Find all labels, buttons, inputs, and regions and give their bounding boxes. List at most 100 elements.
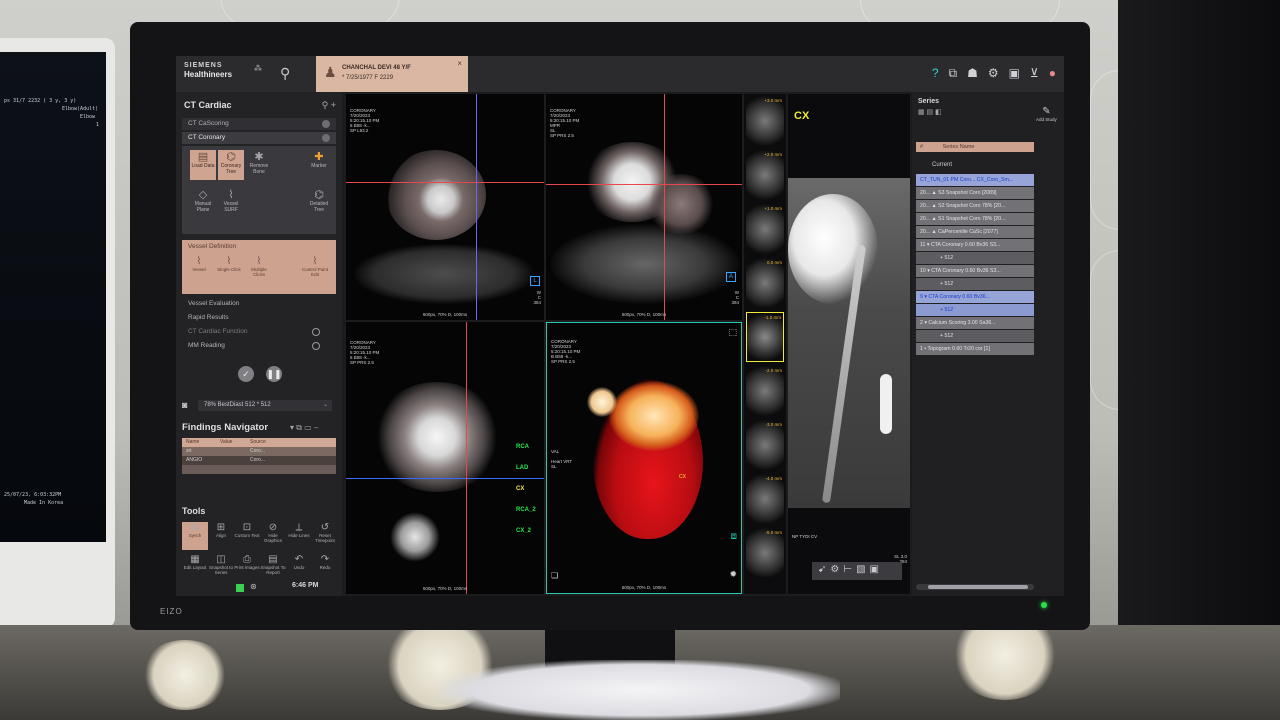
load-data-button[interactable]: ▤ Load Data (190, 150, 216, 180)
help-icon[interactable]: ? (932, 66, 939, 81)
reset-timepoint-button[interactable]: ↺ Reset Timepoint (312, 522, 338, 550)
step-rapid-results[interactable]: Rapid Results (188, 314, 228, 321)
control-point-edit-button[interactable]: ⌇ Control Point Edit (302, 256, 328, 277)
cube-icon[interactable]: ⬚ (728, 327, 737, 338)
pointer-icon[interactable]: ➹ (818, 564, 826, 578)
viewport-top-left[interactable]: CORONARY 7/20/2023 5:20:15.10 PM 5 B58 -… (346, 94, 544, 320)
settings-icon[interactable]: ⚙ (830, 564, 839, 578)
coronary-tree-button[interactable]: ⌬ Coronary Tree (218, 150, 244, 180)
vessel-surf-button[interactable]: ⌇ Vessel SURF (218, 188, 244, 218)
table-row[interactable] (182, 465, 336, 474)
info-icon[interactable]: ▣ (870, 564, 879, 578)
scrollbar-thumb[interactable] (928, 585, 1028, 589)
marker-button[interactable]: ✚ Marker (306, 150, 332, 180)
strip-thumb[interactable]: -3.0 mm (746, 420, 784, 470)
step-ct-cardiac-function[interactable]: CT Cardiac Function (188, 328, 320, 336)
viewport-curved-reformat[interactable]: CX NP TYDI CV SL 3.0 384 (788, 94, 910, 594)
orientation-cube-icon[interactable]: ⧈ (731, 531, 737, 542)
confirm-button[interactable]: ✓ (238, 366, 254, 382)
measure-icon[interactable]: ⊢ (843, 564, 852, 578)
series-toolbar[interactable]: ▦ ▤ ◧ (918, 108, 942, 116)
vessel-label-rca[interactable]: RCA (516, 444, 536, 451)
snapshot-to-series-button[interactable]: ◫ Snapshot to Series (208, 554, 234, 582)
redo-button[interactable]: ↷ Redo (312, 554, 338, 582)
series-row[interactable]: 9 ▾ CTA Coronary 0.60 Bv36... (916, 291, 1034, 303)
custom-text-button[interactable]: ⊡ Custom Text (234, 522, 260, 550)
manual-plane-button[interactable]: ◇ Manual Plane (190, 188, 216, 218)
table-row[interactable]: srt Coro... (182, 447, 336, 456)
hide-graphics-button[interactable]: ⊘ Hide Graphics (260, 522, 286, 550)
export-icon[interactable]: ▧ (856, 564, 865, 578)
cart-icon[interactable]: ⊻ (1030, 66, 1039, 81)
synch-button[interactable]: ⇆ Synch (182, 522, 208, 550)
viewport-top-middle[interactable]: CORONARY 7/20/2023 5:20:15.10 PM MPR SL … (546, 94, 742, 320)
series-row[interactable]: 20... ▲ S3 Snapshot Coro [2089] (916, 187, 1034, 199)
series-row[interactable]: 20... ▲ CaPercentile CaSc [2077] (916, 226, 1034, 238)
add-study-button[interactable]: ✎ Add Study (1036, 106, 1057, 122)
viewport-bottom-middle[interactable]: CORONARY 7/20/2023 5:20:15.10 PM B B58 -… (546, 322, 742, 594)
user-avatar-icon[interactable]: ● (1049, 66, 1056, 81)
vessel-label-cx[interactable]: CX (516, 486, 536, 493)
briefcase-icon[interactable]: ▣ (1009, 66, 1020, 81)
layers-icon[interactable]: ❏ (551, 571, 558, 580)
series-row[interactable]: 2 ▾ Calcium Scoring 3.00 Sa36... (916, 317, 1034, 329)
series-column-header[interactable]: # Series Name (916, 142, 1034, 152)
step-mm-reading[interactable]: MM Reading (188, 342, 320, 350)
column-header[interactable]: Name (182, 438, 216, 447)
series-row[interactable]: 20... ▲ S1 Snapshot Coro 78% [20... (916, 213, 1034, 225)
workflow-title-icons[interactable]: ⚲ + (322, 100, 336, 111)
step-vessel-evaluation[interactable]: Vessel Evaluation (188, 300, 239, 307)
undo-button[interactable]: ↶ Undo (286, 554, 312, 582)
sun-icon[interactable]: ✹ (729, 569, 737, 580)
series-row[interactable]: 10 ▾ CTA Coronary 0.60 Bv36 S3... (916, 265, 1034, 277)
patient-tab[interactable]: ♟ CHANCHAL DEVI 48 Y/F * 7/25/1977 F 222… (316, 56, 468, 92)
multiple-clicks-button[interactable]: ⌇ Multiple Clicks (246, 256, 272, 277)
strip-thumb[interactable]: +2.0 mm (746, 150, 784, 200)
snapshot-to-report-button[interactable]: ▤ Snapshot To Report (260, 554, 286, 582)
align-button[interactable]: ⊞ Align (208, 522, 234, 550)
close-icon[interactable]: × (457, 59, 462, 68)
single-click-button[interactable]: ⌇ Single Click (216, 256, 242, 272)
edit-layout-button[interactable]: ▦ Edit Layout (182, 554, 208, 582)
series-row[interactable]: 11 ▾ CTA Coronary 0.60 Bv36 S3... (916, 239, 1034, 251)
strip-thumb[interactable]: -5.0 mm (746, 528, 784, 578)
series-subrow[interactable]: + 512 (916, 330, 1034, 342)
strip-thumb[interactable]: 0.0 mm (746, 258, 784, 308)
vessel-button[interactable]: ⌇ Vessel (186, 256, 212, 272)
gear-icon[interactable]: ⚙ (988, 66, 999, 81)
series-subrow[interactable]: + 512 (916, 278, 1034, 290)
step-ct-coronary[interactable]: CT Coronary (182, 132, 336, 144)
strip-thumb[interactable]: +1.0 mm (746, 204, 784, 254)
series-subrow[interactable]: + 512 (916, 252, 1034, 264)
preset-select[interactable]: 78% BestDiast 512 * 512 ⌄ (198, 400, 332, 411)
series-row[interactable]: CT_TUN_01 PM Coro... CX_Coro_Sm... (916, 174, 1034, 186)
layout-icon[interactable]: ⧉ (949, 66, 958, 81)
strip-thumb[interactable]: +3.0 mm (746, 96, 784, 146)
vrt-cx-label[interactable]: CX (679, 475, 686, 480)
vessel-label-lad[interactable]: LAD (516, 465, 536, 472)
button-label: Single Click (217, 267, 241, 272)
series-row[interactable]: 20... ▲ S2 Snapshot Coro 78% [20... (916, 200, 1034, 212)
remove-bone-button[interactable]: ✱ Remove Bone (246, 150, 272, 180)
series-row[interactable]: 1 ▪ Topogram 0.60 Tr20 cor [1] (916, 343, 1034, 355)
users-icon[interactable]: ☗ (967, 66, 978, 81)
print-images-button[interactable]: ⎙ Print Images (234, 554, 260, 582)
detailed-tree-button[interactable]: ⌬ Detailed Tree (306, 188, 332, 218)
strip-thumb[interactable]: -1.0 mm (746, 312, 784, 362)
strip-thumb[interactable]: -4.0 mm (746, 474, 784, 524)
series-subrow[interactable]: + 512 (916, 304, 1034, 316)
step-ct-cascoring[interactable]: CT CaScoring (182, 118, 336, 130)
patient-browser-icon[interactable]: ⚲ (280, 65, 290, 82)
pause-button[interactable]: ❚❚ (266, 366, 282, 382)
viewport-bottom-left[interactable]: CORONARY 7/20/2023 5:20:15.10 PM 5 B58 -… (346, 322, 544, 594)
network-icon[interactable]: ⊛ (250, 582, 257, 591)
column-header[interactable]: Value (216, 438, 246, 447)
series-scrollbar[interactable] (916, 584, 1034, 590)
hide-lines-button[interactable]: ⟂ Hide Lines (286, 522, 312, 550)
vessel-label-cx2[interactable]: CX_2 (516, 528, 536, 535)
vessel-label-rca2[interactable]: RCA_2 (516, 507, 536, 514)
column-header[interactable]: Source (246, 438, 286, 447)
findings-toolbar-icons[interactable]: ▾ ⧉ ▭ – (290, 423, 318, 433)
table-row[interactable]: ANGIO Coro... (182, 456, 336, 465)
strip-thumb[interactable]: -2.0 mm (746, 366, 784, 416)
